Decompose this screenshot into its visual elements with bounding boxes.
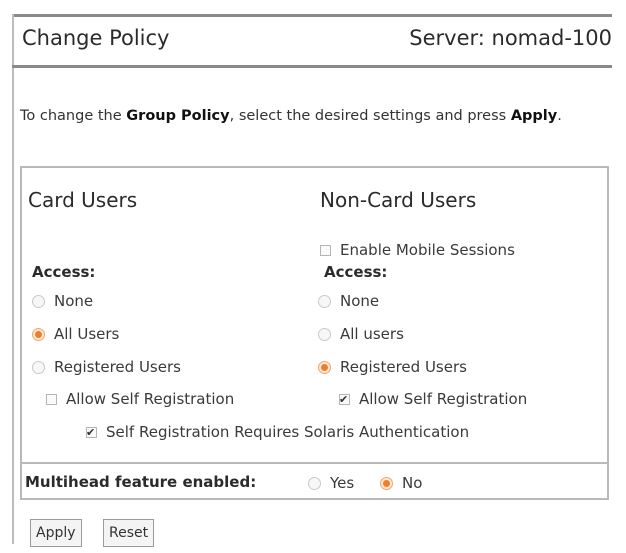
card-users-access-label: Access: — [32, 263, 96, 281]
checkbox-icon[interactable] — [46, 393, 57, 405]
non-card-users-heading: Non-Card Users — [320, 188, 477, 212]
option-label: None — [54, 292, 94, 310]
instructions-bold-apply: Apply — [510, 108, 558, 124]
card-users-option-none[interactable]: None — [32, 292, 93, 310]
radio-selected-icon[interactable] — [380, 476, 393, 490]
radio-icon[interactable] — [32, 360, 45, 374]
non-card-users-allow-self-registration[interactable]: Allow Self Registration — [339, 390, 527, 408]
radio-icon[interactable] — [318, 327, 331, 341]
radio-icon[interactable] — [308, 476, 321, 490]
option-label: All Users — [54, 325, 120, 343]
instructions-part2: , select the desired settings and press — [229, 108, 511, 124]
self-registration-requires-solaris[interactable]: Self Registration Requires Solaris Authe… — [86, 423, 469, 441]
instructions-text: To change the Group Policy, select the d… — [20, 108, 615, 125]
non-card-users-option-all-users[interactable]: All users — [318, 325, 404, 343]
header-rule-bottom — [12, 65, 612, 68]
option-label: No — [402, 474, 423, 492]
card-users-allow-self-registration[interactable]: Allow Self Registration — [46, 390, 234, 408]
apply-button[interactable]: Apply — [30, 519, 82, 547]
left-border — [12, 14, 14, 544]
server-name: Server: nomad-100 — [409, 26, 612, 50]
checkbox-label: Enable Mobile Sessions — [340, 241, 515, 259]
option-label: None — [340, 292, 380, 310]
multihead-option-no[interactable]: No — [380, 474, 422, 492]
checkbox-label: Allow Self Registration — [66, 390, 235, 408]
enable-mobile-sessions[interactable]: Enable Mobile Sessions — [320, 241, 515, 259]
non-card-users-option-none[interactable]: None — [318, 292, 379, 310]
checkbox-label: Self Registration Requires Solaris Authe… — [106, 423, 470, 441]
card-users-option-all-users[interactable]: All Users — [32, 325, 119, 343]
checkbox-checked-icon[interactable] — [339, 393, 350, 405]
multihead-option-yes[interactable]: Yes — [308, 474, 354, 492]
instructions-part3: . — [557, 108, 562, 124]
option-label: Registered Users — [54, 358, 181, 376]
instructions-bold-group-policy: Group Policy — [126, 108, 230, 124]
radio-selected-icon[interactable] — [32, 327, 45, 341]
checkbox-checked-icon[interactable] — [86, 426, 97, 438]
radio-selected-icon[interactable] — [318, 360, 331, 374]
radio-icon[interactable] — [318, 294, 331, 308]
reset-button[interactable]: Reset — [103, 519, 155, 547]
option-label: All users — [340, 325, 404, 343]
instructions-part1: To change the — [20, 108, 127, 124]
card-users-heading: Card Users — [28, 188, 138, 212]
card-users-option-registered-users[interactable]: Registered Users — [32, 358, 181, 376]
option-label: Yes — [330, 474, 355, 492]
panel-divider — [22, 462, 607, 464]
non-card-users-access-label: Access: — [324, 263, 388, 281]
policy-panel: Card Users Access: None All Users Regist… — [20, 166, 609, 500]
page-title: Change Policy — [22, 26, 170, 50]
checkbox-icon[interactable] — [320, 244, 331, 256]
header-rule-top — [12, 14, 612, 17]
option-label: Registered Users — [340, 358, 467, 376]
multihead-label: Multihead feature enabled: — [25, 473, 257, 491]
checkbox-label: Allow Self Registration — [359, 390, 528, 408]
non-card-users-option-registered-users[interactable]: Registered Users — [318, 358, 467, 376]
radio-icon[interactable] — [32, 294, 45, 308]
